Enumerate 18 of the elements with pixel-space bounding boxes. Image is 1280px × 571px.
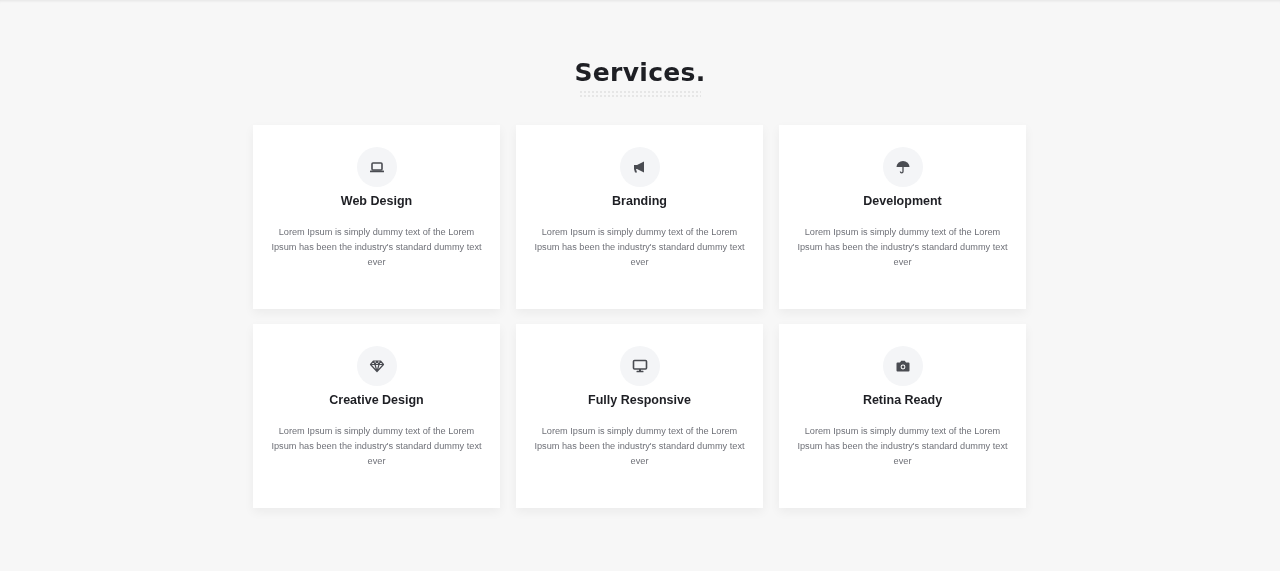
service-title: Creative Design bbox=[328, 392, 425, 409]
monitor-icon bbox=[631, 358, 648, 374]
umbrella-icon bbox=[894, 159, 911, 175]
diamond-icon bbox=[368, 358, 385, 374]
service-title: Retina Ready bbox=[861, 392, 944, 409]
service-title: Fully Responsive bbox=[587, 392, 692, 409]
camera-icon bbox=[894, 358, 911, 374]
service-description: Lorem Ipsum is simply dummy text of the Lorem Ipsum has been the industry's standard dummy text ever bbox=[533, 425, 746, 468]
service-title: Web Design bbox=[339, 193, 414, 210]
service-title: Branding bbox=[611, 193, 668, 210]
service-description: Lorem Ipsum is simply dummy text of the Lorem Ipsum has been the industry's standard dummy text ever bbox=[270, 226, 483, 269]
service-description: Lorem Ipsum is simply dummy text of the Lorem Ipsum has been the industry's standard dummy text ever bbox=[270, 425, 483, 468]
laptop-icon bbox=[368, 159, 385, 175]
service-description: Lorem Ipsum is simply dummy text of the Lorem Ipsum has been the industry's standard dummy text ever bbox=[533, 226, 746, 269]
service-description: Lorem Ipsum is simply dummy text of the Lorem Ipsum has been the industry's standard dummy text ever bbox=[796, 226, 1009, 269]
section-title: Services. bbox=[574, 58, 706, 88]
service-description: Lorem Ipsum is simply dummy text of the Lorem Ipsum has been the industry's standard dummy text ever bbox=[796, 425, 1009, 468]
service-title: Development bbox=[862, 193, 943, 210]
